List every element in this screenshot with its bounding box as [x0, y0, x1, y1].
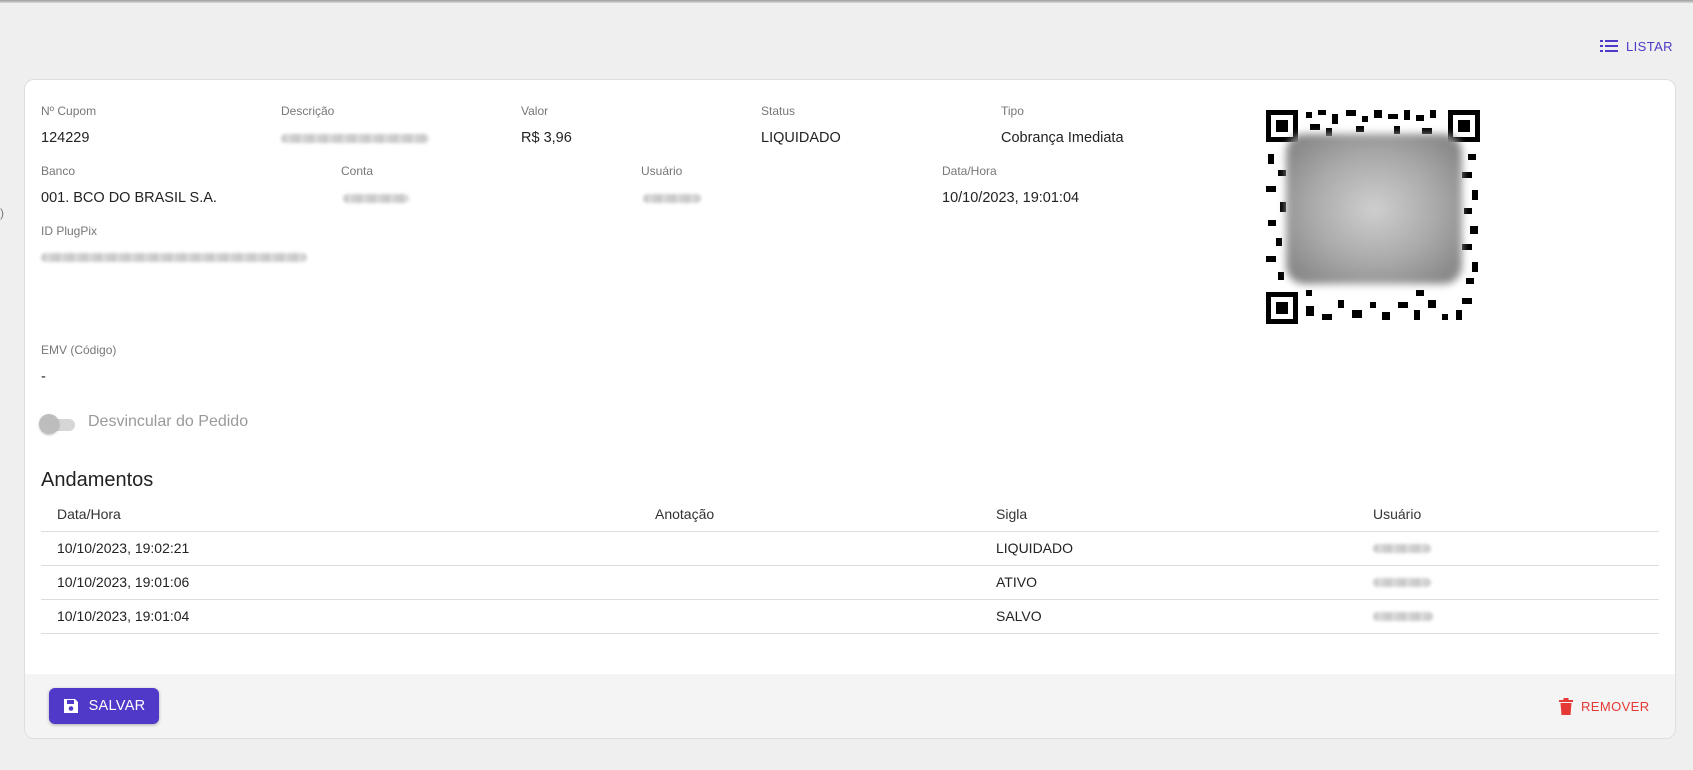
remove-label: REMOVER: [1581, 698, 1650, 714]
save-button[interactable]: SALVAR: [49, 688, 159, 724]
andamentos-title: Andamentos: [41, 469, 154, 491]
emv-value: -: [41, 369, 46, 385]
descricao-label: Descrição: [281, 104, 335, 118]
edge-fragment: ): [0, 206, 4, 220]
toggle-thumb: [39, 414, 59, 434]
plugpix-value-redacted: [41, 253, 307, 262]
cupom-card: Nº Cupom 124229 Descrição Valor R$ 3,96 …: [24, 79, 1676, 739]
banco-label: Banco: [41, 164, 76, 178]
row-sigla: ATIVO: [996, 574, 1037, 590]
emv-label: EMV (Código): [41, 343, 117, 357]
andamentos-table: Data/Hora Anotação Sigla Usuário 10/10/2…: [41, 498, 1659, 634]
datahora-value: 10/10/2023, 19:01:04: [942, 190, 1080, 206]
row-usuario-redacted: [1373, 544, 1431, 553]
row-usuario-redacted: [1373, 578, 1431, 587]
table-header: Data/Hora Anotação Sigla Usuário: [41, 498, 1659, 532]
status-label: Status: [761, 104, 796, 118]
floppy-disk-icon: [63, 699, 78, 713]
usuario-value-redacted: [643, 194, 701, 203]
row-datahora: 10/10/2023, 19:01:06: [57, 574, 190, 590]
cupom-label: Nº Cupom: [41, 104, 97, 118]
row-sigla: LIQUIDADO: [996, 540, 1074, 556]
column-header-sigla: Sigla: [996, 506, 1028, 522]
row-datahora: 10/10/2023, 19:01:04: [57, 608, 190, 624]
plugpix-label: ID PlugPix: [41, 224, 98, 238]
row-usuario-redacted: [1373, 612, 1433, 621]
cupom-value: 124229: [41, 130, 90, 146]
trash-icon: [1559, 697, 1573, 715]
tipo-value: Cobrança Imediata: [1001, 130, 1124, 146]
valor-value: R$ 3,96: [521, 130, 572, 146]
banco-value: 001. BCO DO BRASIL S.A.: [41, 190, 217, 206]
listar-label: LISTAR: [1626, 38, 1673, 54]
card-footer: SALVAR REMOVER: [25, 674, 1675, 738]
list-icon: [1600, 40, 1618, 52]
tipo-label: Tipo: [1001, 104, 1024, 118]
top-bar-shadow: [0, 0, 1693, 3]
qr-code-image: [1266, 110, 1480, 324]
conta-value-redacted: [343, 194, 409, 203]
valor-label: Valor: [521, 104, 549, 118]
column-header-usuario: Usuário: [1373, 506, 1422, 522]
listar-button[interactable]: LISTAR: [1600, 35, 1673, 57]
table-row: 10/10/2023, 19:02:21 LIQUIDADO: [41, 532, 1659, 566]
desvincular-toggle[interactable]: [39, 413, 77, 435]
usuario-label: Usuário: [641, 164, 683, 178]
row-datahora: 10/10/2023, 19:02:21: [57, 540, 190, 556]
save-label: SALVAR: [88, 698, 146, 714]
column-header-anotacao: Anotação: [655, 506, 715, 522]
conta-label: Conta: [341, 164, 374, 178]
table-row: 10/10/2023, 19:01:04 SALVO: [41, 600, 1659, 634]
column-header-datahora: Data/Hora: [57, 506, 121, 522]
row-sigla: SALVO: [996, 608, 1042, 624]
descricao-value-redacted: [281, 134, 429, 143]
desvincular-label: Desvincular do Pedido: [88, 413, 249, 430]
status-value: LIQUIDADO: [761, 130, 841, 146]
datahora-label: Data/Hora: [942, 164, 997, 178]
table-row: 10/10/2023, 19:01:06 ATIVO: [41, 566, 1659, 600]
remove-button[interactable]: REMOVER: [1559, 696, 1650, 716]
